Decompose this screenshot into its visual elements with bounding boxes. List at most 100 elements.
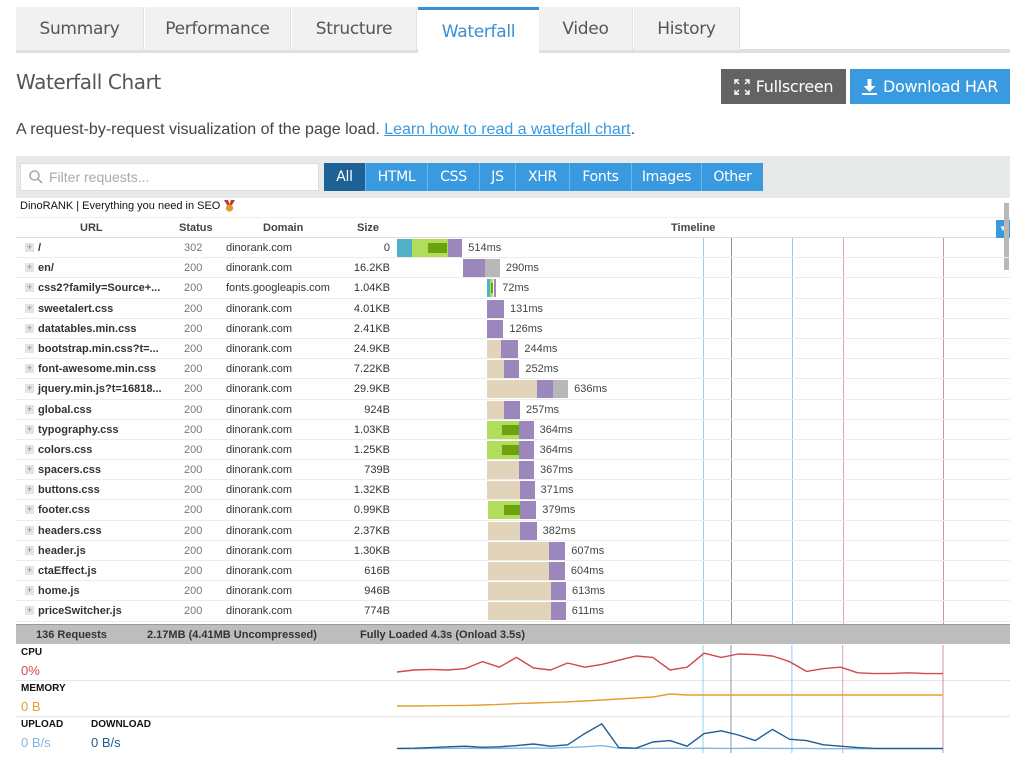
expand-icon[interactable]: + [25,525,34,535]
request-row[interactable]: + en/200 dinorank.com 16.2KB 290ms [16,258,1010,279]
tab-structure[interactable]: Structure [292,7,417,50]
expand-icon[interactable]: + [25,283,34,293]
filter-other[interactable]: Other [702,163,763,191]
expand-icon[interactable]: + [25,384,34,394]
request-row[interactable]: + footer.css 200 dinorank.com 0.99KB 379ms [16,500,1010,521]
tab-video[interactable]: Video [539,7,633,50]
request-domain: dinorank.com [226,544,293,557]
request-row[interactable]: + / 302 dinorank.com 0 514ms [16,238,1010,259]
timing-bar-blocked [488,602,551,621]
request-domain: dinorank.com [226,484,293,497]
request-domain: dinorank.com [226,524,293,537]
request-row[interactable]: + ctaEffect.js 200 dinorank.com 616B 604ms [16,561,1010,582]
expand-icon[interactable]: + [25,485,34,495]
request-list: + / 302 dinorank.com 0 514ms + en/200 dinorank.c… [16,238,1010,622]
timing-bar-blocked [487,380,538,399]
request-duration: 131ms [510,302,544,315]
request-size: 1.04KB [353,282,390,295]
timing-bar-wait [537,380,554,399]
cpu-metric: CPU 0% [16,645,1010,681]
timing-bar-wait [549,562,565,580]
expand-icon[interactable]: + [25,303,34,313]
request-row[interactable]: + headers.css 200 dinorank.com 2.37KB 382ms [16,521,1010,541]
expand-icon[interactable]: + [25,323,34,333]
request-url: home.js [38,585,80,598]
request-row[interactable]: + sweetalert.css 200 dinorank.com 4.01KB 131m… [16,299,1010,319]
request-url: footer.css [38,504,90,517]
request-row[interactable]: + datatables.min.css 200 dinorank.com 2.41KB… [16,319,1010,339]
request-duration: 367ms [540,464,574,477]
request-row[interactable]: + font-awesome.min.css 200 dinorank.com 7.22… [16,359,1010,380]
search-icon [29,170,43,184]
filter-html[interactable]: HTML [366,163,428,191]
expand-icon[interactable]: + [25,545,34,555]
request-duration: 604ms [570,565,604,577]
download-har-label: Download HAR [882,77,999,96]
tab-history[interactable]: History [634,7,740,50]
memory-value: 0 B [21,699,41,714]
request-row[interactable]: + css2?family=Source+... 200 fonts.googleap… [16,278,1010,299]
request-row[interactable]: + typography.css 200 dinorank.com 1.03KB 364m… [16,420,1010,440]
download-har-button[interactable]: Download HAR [850,69,1010,104]
filter-all[interactable]: All [324,163,366,191]
expand-icon[interactable]: + [25,263,34,273]
col-size[interactable]: Size [357,222,379,234]
description: A request-by-request visualization of th… [16,121,635,139]
upload-value: 0 B/s [21,735,51,750]
search-box[interactable] [20,163,319,191]
col-status[interactable]: Status [179,222,213,234]
filter-images[interactable]: Images [632,163,702,191]
expand-icon[interactable]: + [25,586,34,596]
timing-bar-blocked [487,461,519,480]
timing-bar-wait [487,319,504,338]
col-domain[interactable]: Domain [263,222,303,234]
expand-icon[interactable]: + [25,364,34,374]
request-row[interactable]: + home.js 200 dinorank.com 946B 613ms [16,581,1010,602]
timing-bar-wait [549,541,566,560]
expand-icon[interactable]: + [25,243,34,252]
expand-icon[interactable]: + [25,343,34,353]
filter-xhr[interactable]: XHR [516,163,570,191]
timing-bar-wait [447,239,463,257]
filter-css[interactable]: CSS [428,163,480,191]
filter-fonts[interactable]: Fonts [570,163,632,191]
site-title-text: DinoRANK | Everything you need in SEO [20,200,221,212]
timing-bar-ssl [502,444,519,455]
request-size: 924B [364,403,390,416]
expand-icon[interactable]: + [25,424,34,434]
request-size: 1.30KB [353,544,390,557]
request-row[interactable]: + jquery.min.js?t=16818... 200 dinorank.com… [16,379,1010,400]
filter-js[interactable]: JS [480,163,516,191]
request-row[interactable]: + global.css 200 dinorank.com 924B 257ms [16,400,1010,420]
expand-icon[interactable]: + [25,606,34,616]
tab-summary[interactable]: Summary [16,7,144,50]
request-row[interactable]: + buttons.css 200 dinorank.com 1.32KB 371ms [16,480,1010,501]
expand-icon[interactable]: + [25,404,34,414]
tab-waterfall[interactable]: Waterfall [418,7,539,54]
expand-icon[interactable]: + [25,505,34,515]
expand-icon[interactable]: + [25,444,34,454]
graph-line [396,652,943,675]
col-url[interactable]: URL [80,222,103,234]
fullscreen-button[interactable]: Fullscreen [721,69,846,104]
request-row[interactable]: + priceSwitcher.js 200 dinorank.com 774B 611m… [16,601,1010,622]
request-status: 200 [184,443,203,456]
timing-bar-blocked [488,582,551,601]
expand-icon[interactable]: + [25,566,34,575]
expand-icon[interactable]: + [25,465,34,475]
request-row[interactable]: + spacers.css 200 dinorank.com 739B 367ms [16,460,1010,481]
timing-bar-wait [487,299,505,318]
request-row[interactable]: + colors.css 200 dinorank.com 1.25KB 364ms [16,440,1010,461]
col-timeline[interactable]: Timeline [671,222,715,234]
request-row[interactable]: + bootstrap.min.css?t=... 200 dinorank.com 2… [16,339,1010,360]
timing-bar-wait [463,259,485,278]
table-header: URL Status Domain Size Timeline ▼ [16,217,1010,238]
filter-requests-input[interactable] [49,169,309,185]
request-duration: 607ms [571,544,605,557]
filter-bar: All HTML CSS JS XHR Fonts Images Other [16,156,1010,198]
tab-performance[interactable]: Performance [145,7,291,50]
timing-bar-wait [520,481,535,500]
request-row[interactable]: + header.js 200 dinorank.com 1.30KB 607ms [16,541,1010,561]
learn-waterfall-link[interactable]: Learn how to read a waterfall chart [384,121,630,138]
request-status: 200 [184,524,203,537]
